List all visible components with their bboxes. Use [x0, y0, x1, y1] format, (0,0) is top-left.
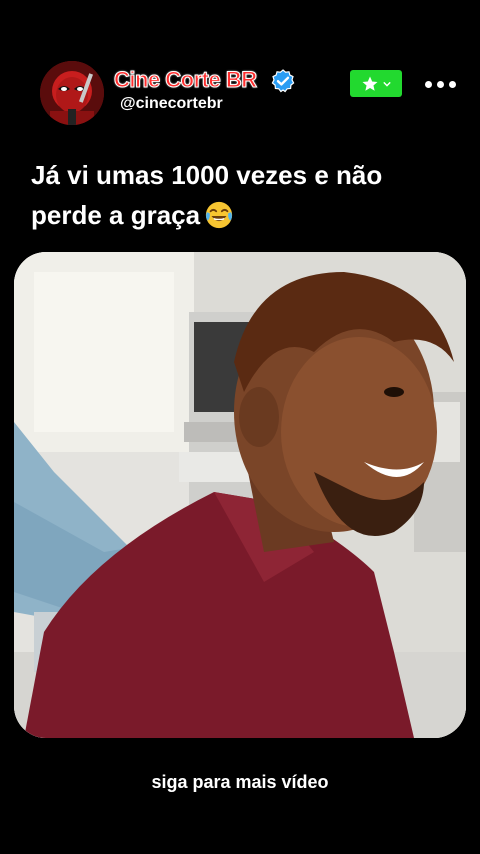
caption-line-2: perde a graça	[31, 200, 201, 230]
channel-handle[interactable]: @cinecortebr	[120, 95, 223, 113]
dot	[448, 80, 456, 88]
dot	[424, 80, 432, 88]
chevron-down-icon	[383, 81, 391, 87]
caption-line-1: Já vi umas 1000 vezes e não	[31, 160, 383, 190]
follow-prompt: siga para mais vídeo	[151, 772, 329, 792]
star-icon	[362, 76, 378, 91]
post-caption: Já vi umas 1000 vezes e não perde a graç…	[31, 155, 461, 235]
channel-name[interactable]: Cine Corte BR	[114, 67, 258, 93]
caption-line-2-wrap: perde a graça	[31, 195, 461, 235]
face-with-tears-of-joy-icon	[205, 201, 233, 229]
post-header: Cine Corte BR @cinecortebr	[0, 0, 480, 140]
deadpool-avatar-icon[interactable]	[40, 61, 104, 125]
dot	[436, 80, 444, 88]
star-button[interactable]	[350, 70, 402, 97]
more-dots-icon[interactable]	[420, 72, 460, 96]
verified-badge-icon	[271, 69, 295, 93]
video-frame-man-laughing-clinic	[14, 252, 466, 738]
video-player[interactable]	[14, 252, 466, 738]
